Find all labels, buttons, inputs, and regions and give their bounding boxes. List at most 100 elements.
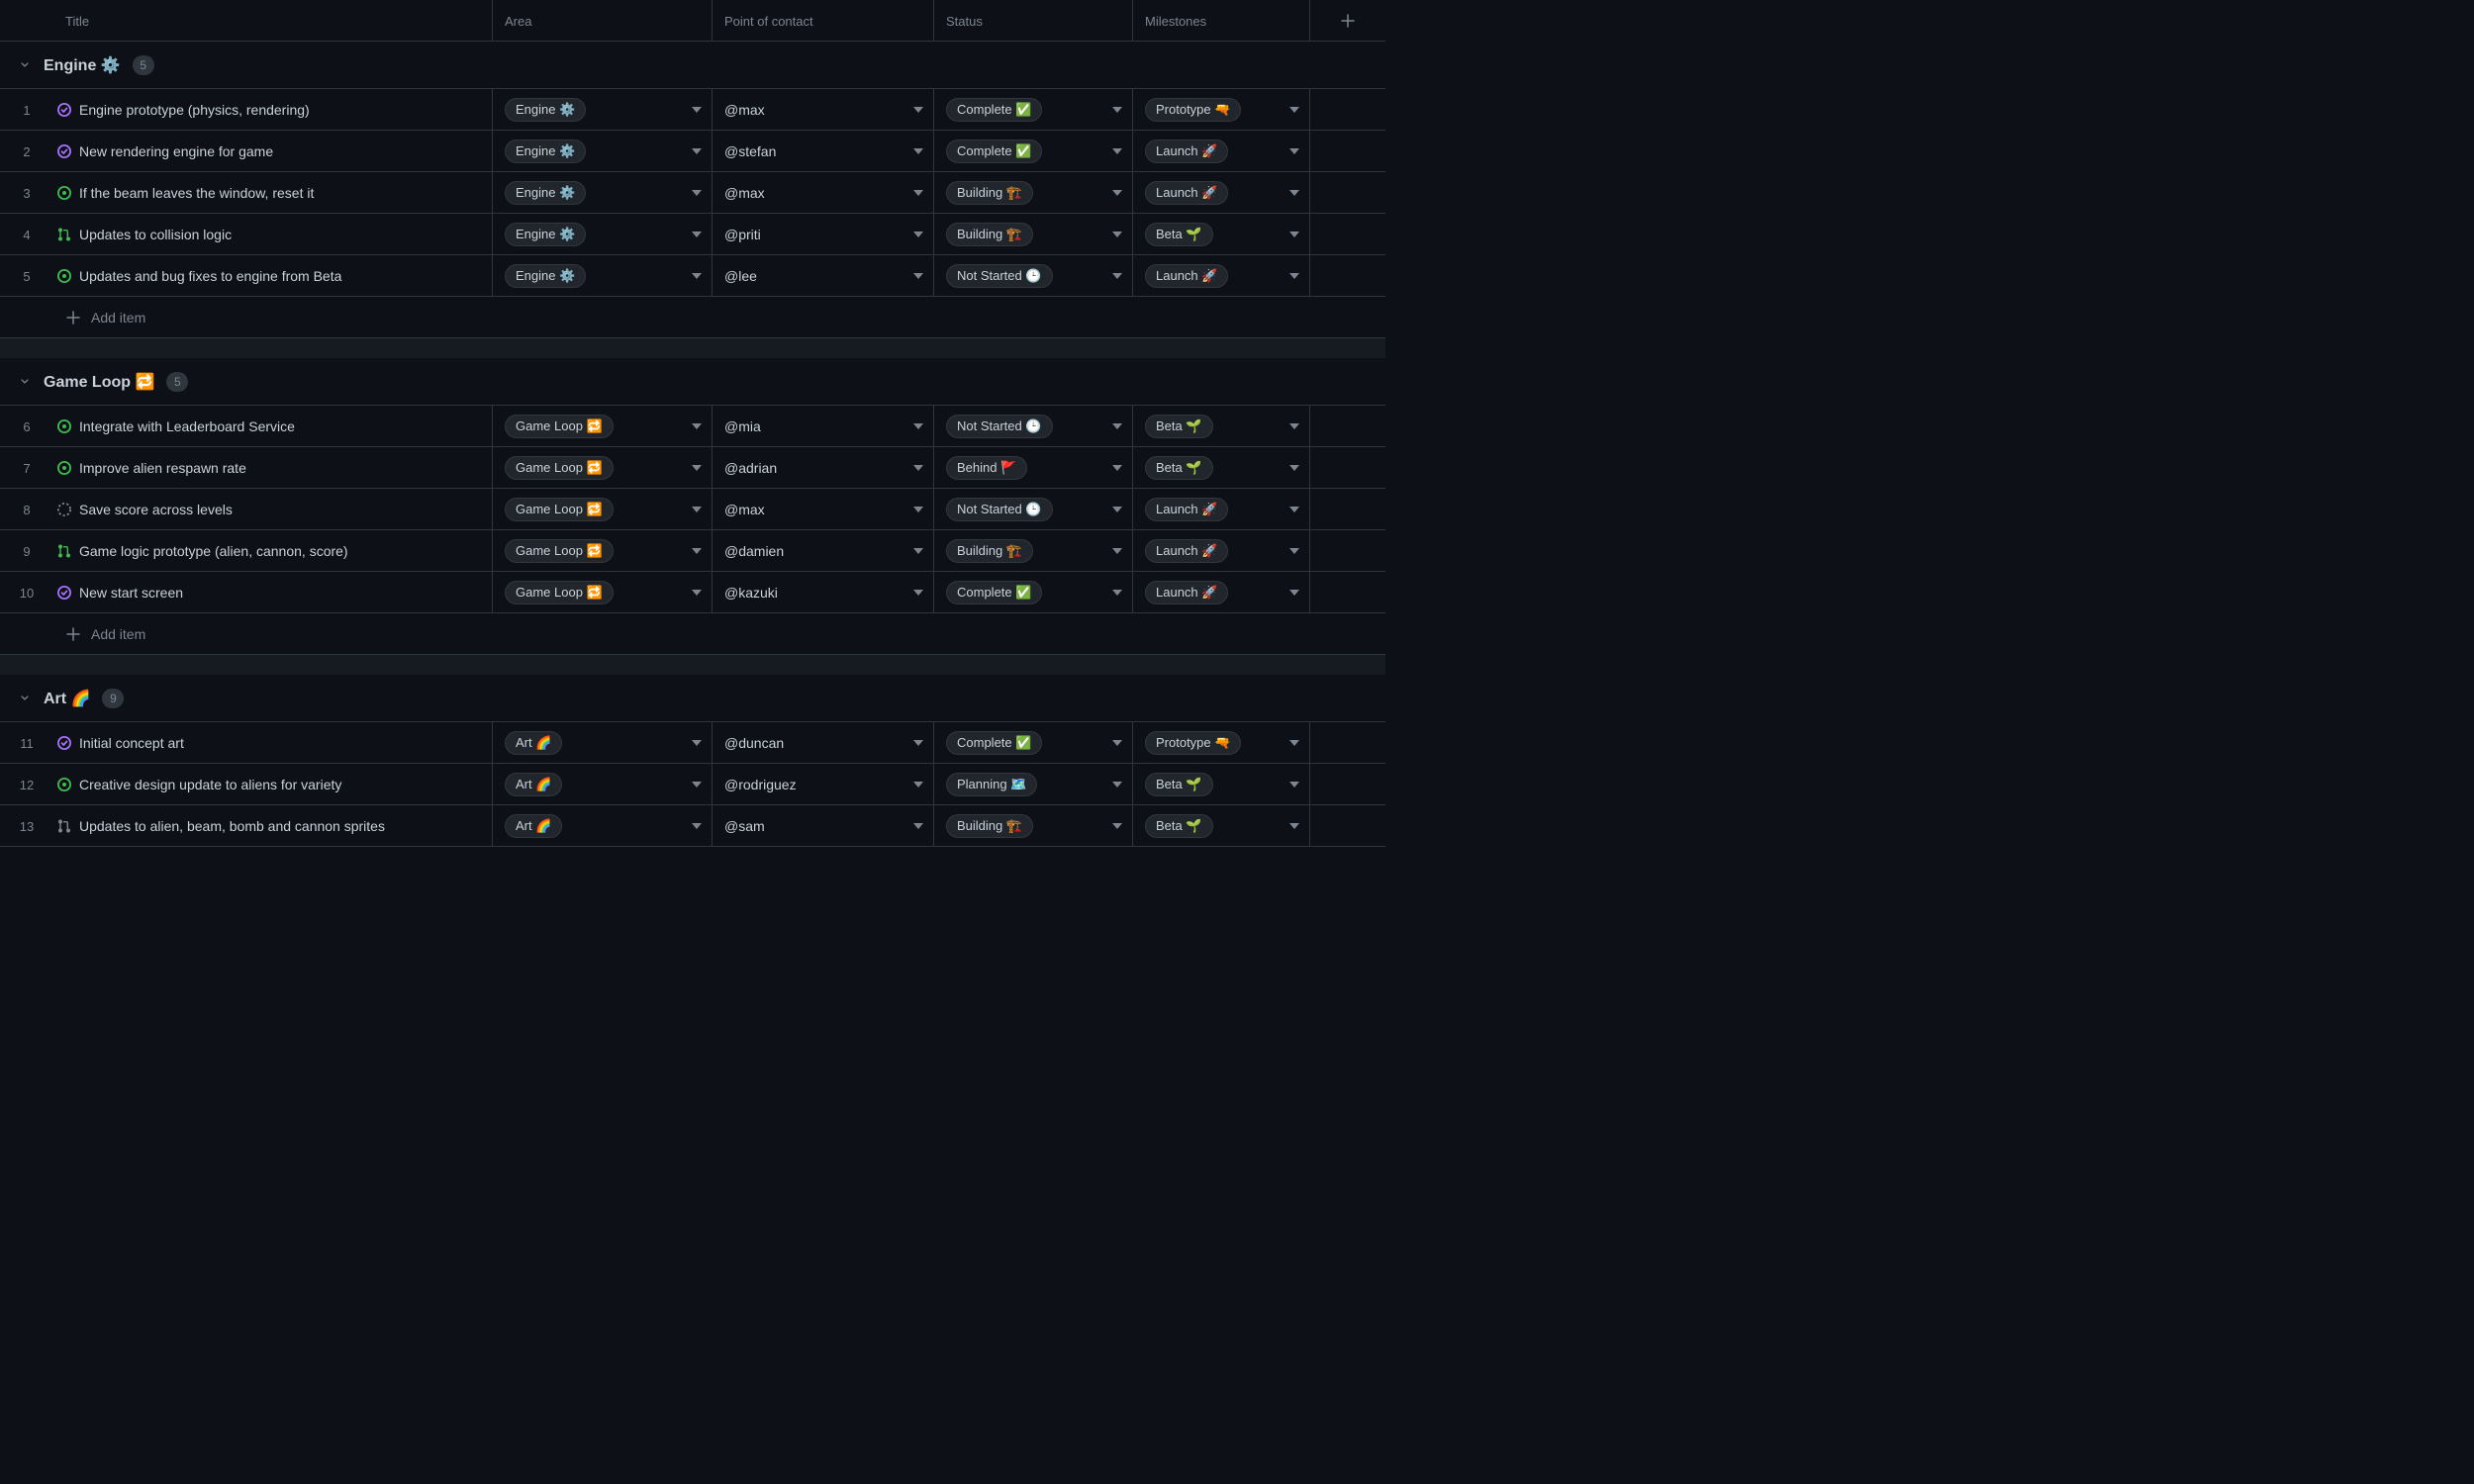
title-cell[interactable]: 6 Integrate with Leaderboard Service (0, 406, 493, 447)
contact-cell[interactable]: @sam (713, 805, 934, 847)
table-row[interactable]: 8 Save score across levelsGame Loop 🔁 @m… (0, 489, 1385, 530)
area-cell[interactable]: Engine ⚙️ (493, 131, 713, 172)
caret-down-icon (913, 738, 923, 748)
title-cell[interactable]: 7 Improve alien respawn rate (0, 447, 493, 489)
table-row[interactable]: 4 Updates to collision logicEngine ⚙️ @p… (0, 214, 1385, 255)
contact-cell[interactable]: @stefan (713, 131, 934, 172)
contact-cell[interactable]: @duncan (713, 722, 934, 764)
status-cell[interactable]: Not Started 🕒 (934, 406, 1133, 447)
status-cell[interactable]: Complete ✅ (934, 572, 1133, 613)
table-row[interactable]: 5 Updates and bug fixes to engine from B… (0, 255, 1385, 297)
column-header-status[interactable]: Status (934, 0, 1133, 42)
column-header-milestones[interactable]: Milestones (1133, 0, 1310, 42)
table-row[interactable]: 1 Engine prototype (physics, rendering)E… (0, 89, 1385, 131)
milestone-cell[interactable]: Launch 🚀 (1133, 572, 1310, 613)
title-cell[interactable]: 5 Updates and bug fixes to engine from B… (0, 255, 493, 297)
area-cell[interactable]: Engine ⚙️ (493, 214, 713, 255)
status-cell[interactable]: Building 🏗️ (934, 172, 1133, 214)
title-cell[interactable]: 1 Engine prototype (physics, rendering) (0, 89, 493, 131)
table-row[interactable]: 2 New rendering engine for gameEngine ⚙️… (0, 131, 1385, 172)
title-cell[interactable]: 10 New start screen (0, 572, 493, 613)
milestone-cell[interactable]: Beta 🌱 (1133, 214, 1310, 255)
title-cell[interactable]: 8 Save score across levels (0, 489, 493, 530)
contact-cell[interactable]: @adrian (713, 447, 934, 489)
status-cell[interactable]: Not Started 🕒 (934, 489, 1133, 530)
table-row[interactable]: 10 New start screenGame Loop 🔁 @kazuki C… (0, 572, 1385, 613)
area-cell[interactable]: Engine ⚙️ (493, 172, 713, 214)
add-item-button[interactable]: Add item (0, 297, 1385, 338)
row-number: 7 (0, 461, 53, 476)
status-cell[interactable]: Complete ✅ (934, 89, 1133, 131)
caret-down-icon (1289, 505, 1299, 514)
table-row[interactable]: 9 Game logic prototype (alien, cannon, s… (0, 530, 1385, 572)
title-cell[interactable]: 12 Creative design update to aliens for … (0, 764, 493, 805)
table-row[interactable]: 13 Updates to alien, beam, bomb and cann… (0, 805, 1385, 847)
contact-cell[interactable]: @rodriguez (713, 764, 934, 805)
add-item-button[interactable]: Add item (0, 613, 1385, 655)
contact-cell[interactable]: @lee (713, 255, 934, 297)
area-cell[interactable]: Art 🌈 (493, 805, 713, 847)
area-cell[interactable]: Game Loop 🔁 (493, 447, 713, 489)
contact-cell[interactable]: @priti (713, 214, 934, 255)
group-header[interactable]: Art 🌈9 (0, 675, 1385, 722)
contact-cell[interactable]: @mia (713, 406, 934, 447)
table-row[interactable]: 11 Initial concept artArt 🌈 @duncan Comp… (0, 722, 1385, 764)
area-cell[interactable]: Game Loop 🔁 (493, 489, 713, 530)
milestone-cell[interactable]: Launch 🚀 (1133, 131, 1310, 172)
milestone-cell[interactable]: Launch 🚀 (1133, 489, 1310, 530)
status-cell[interactable]: Complete ✅ (934, 722, 1133, 764)
area-cell[interactable]: Game Loop 🔁 (493, 572, 713, 613)
title-cell[interactable]: 3 If the beam leaves the window, reset i… (0, 172, 493, 214)
row-number: 9 (0, 544, 53, 559)
area-cell[interactable]: Art 🌈 (493, 764, 713, 805)
add-column-button[interactable] (1310, 0, 1385, 42)
group-header[interactable]: Engine ⚙️5 (0, 42, 1385, 89)
contact-cell[interactable]: @max (713, 172, 934, 214)
column-header-area[interactable]: Area (493, 0, 713, 42)
title-cell[interactable]: 13 Updates to alien, beam, bomb and cann… (0, 805, 493, 847)
area-cell[interactable]: Art 🌈 (493, 722, 713, 764)
title-cell[interactable]: 2 New rendering engine for game (0, 131, 493, 172)
milestone-cell[interactable]: Beta 🌱 (1133, 447, 1310, 489)
status-cell[interactable]: Building 🏗️ (934, 805, 1133, 847)
table-row[interactable]: 6 Integrate with Leaderboard Service Game… (0, 406, 1385, 447)
area-cell[interactable]: Engine ⚙️ (493, 255, 713, 297)
issue-type-icon (53, 543, 75, 559)
column-header-title[interactable]: Title (0, 0, 493, 42)
group-header[interactable]: Game Loop 🔁5 (0, 358, 1385, 406)
table-row[interactable]: 7 Improve alien respawn rateGame Loop 🔁 … (0, 447, 1385, 489)
contact-cell[interactable]: @max (713, 89, 934, 131)
issue-type-icon (53, 502, 75, 517)
title-cell[interactable]: 11 Initial concept art (0, 722, 493, 764)
milestone-cell[interactable]: Beta 🌱 (1133, 406, 1310, 447)
area-cell[interactable]: Game Loop 🔁 (493, 406, 713, 447)
milestone-cell[interactable]: Beta 🌱 (1133, 764, 1310, 805)
status-cell[interactable]: Behind 🚩 (934, 447, 1133, 489)
table-row[interactable]: 12 Creative design update to aliens for … (0, 764, 1385, 805)
milestone-cell[interactable]: Prototype 🔫 (1133, 722, 1310, 764)
contact-cell[interactable]: @kazuki (713, 572, 934, 613)
milestone-cell[interactable]: Beta 🌱 (1133, 805, 1310, 847)
milestone-cell[interactable]: Launch 🚀 (1133, 530, 1310, 572)
milestone-cell[interactable]: Launch 🚀 (1133, 172, 1310, 214)
status-cell[interactable]: Building 🏗️ (934, 214, 1133, 255)
column-header-contact[interactable]: Point of contact (713, 0, 934, 42)
area-pill: Game Loop 🔁 (505, 415, 614, 438)
table-row[interactable]: 3 If the beam leaves the window, reset i… (0, 172, 1385, 214)
area-cell[interactable]: Engine ⚙️ (493, 89, 713, 131)
caret-down-icon (692, 738, 702, 748)
title-cell[interactable]: 9 Game logic prototype (alien, cannon, s… (0, 530, 493, 572)
status-cell[interactable]: Planning 🗺️ (934, 764, 1133, 805)
milestone-cell[interactable]: Launch 🚀 (1133, 255, 1310, 297)
status-cell[interactable]: Building 🏗️ (934, 530, 1133, 572)
status-cell[interactable]: Complete ✅ (934, 131, 1133, 172)
caret-down-icon (1289, 146, 1299, 156)
area-cell[interactable]: Game Loop 🔁 (493, 530, 713, 572)
column-header-label: Status (946, 14, 983, 29)
status-cell[interactable]: Not Started 🕒 (934, 255, 1133, 297)
contact-cell[interactable]: @max (713, 489, 934, 530)
contact-cell[interactable]: @damien (713, 530, 934, 572)
title-cell[interactable]: 4 Updates to collision logic (0, 214, 493, 255)
milestone-pill: Launch 🚀 (1145, 498, 1228, 521)
milestone-cell[interactable]: Prototype 🔫 (1133, 89, 1310, 131)
